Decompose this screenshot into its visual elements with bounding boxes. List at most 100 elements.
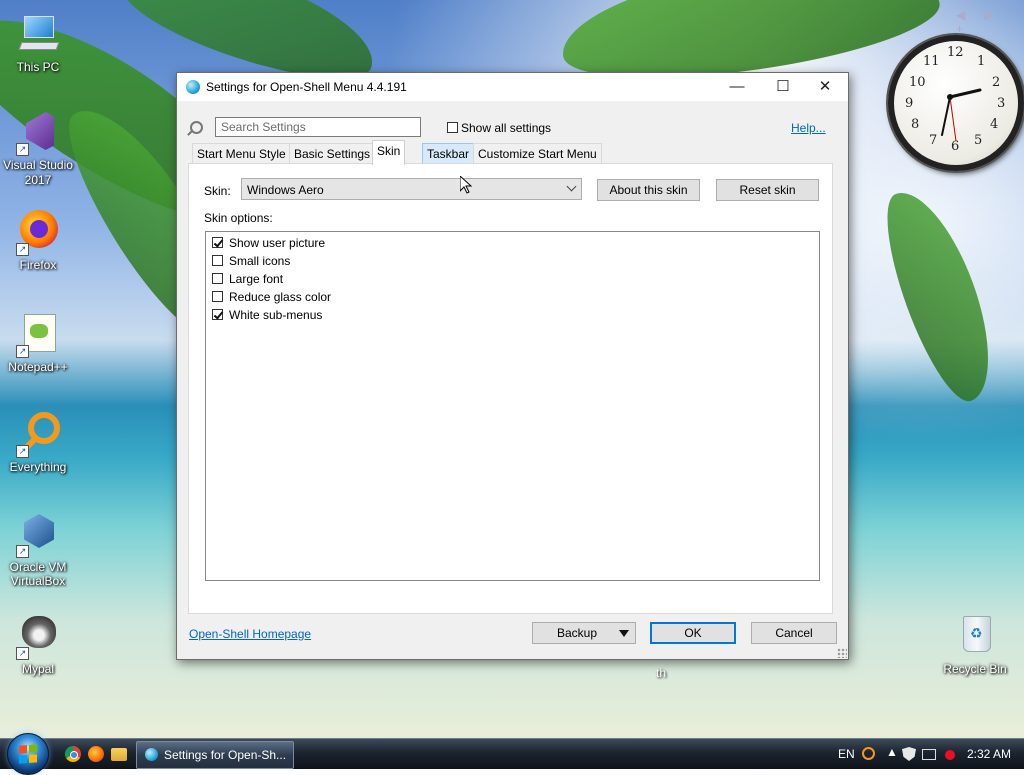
skin-dropdown[interactable]: Windows Aero	[241, 178, 582, 200]
mouse-cursor-icon	[460, 176, 472, 194]
reset-skin-button[interactable]: Reset skin	[716, 179, 819, 201]
computer-icon	[16, 12, 60, 56]
option-label: Small icons	[229, 253, 291, 268]
recycle-bin-icon: ♻	[953, 614, 997, 658]
desktop-icon-label: Visual Studio 2017	[3, 158, 73, 187]
checkbox-box[interactable]	[447, 122, 458, 134]
desktop-icon-label: This PC	[16, 60, 60, 74]
tab-skin[interactable]: Skin	[372, 140, 406, 165]
checkbox-unchecked[interactable]	[212, 273, 223, 285]
shortcut-arrow-icon: ↗	[16, 445, 29, 458]
start-button[interactable]	[7, 733, 49, 775]
skin-label: Skin:	[204, 184, 231, 198]
security-shield-icon[interactable]	[902, 747, 916, 761]
chevron-down-icon	[566, 181, 577, 192]
file-explorer-icon[interactable]	[111, 748, 127, 761]
settings-window: Settings for Open-Shell Menu 4.4.191 — ☐…	[176, 72, 849, 660]
language-indicator[interactable]: EN	[838, 739, 855, 769]
taskbar-clock[interactable]: 2:32 AM	[967, 739, 1011, 769]
desktop-icon-label: Notepad++	[8, 360, 68, 374]
desktop-stray-label: th	[656, 666, 667, 680]
skin-dropdown-value: Windows Aero	[247, 183, 324, 197]
desktop-icon-label: Recycle Bin	[943, 662, 1007, 676]
open-shell-homepage-link[interactable]: Open-Shell Homepage	[189, 627, 311, 641]
checkbox-checked[interactable]	[212, 237, 223, 249]
backup-button[interactable]: Backup	[532, 622, 636, 644]
palm-leaf	[869, 179, 1011, 411]
shortcut-arrow-icon: ↗	[16, 143, 29, 156]
desktop-icon-mypal[interactable]: ↗ Mypal	[0, 614, 76, 677]
virtualbox-icon: ↗	[16, 512, 60, 558]
option-label: Show user picture	[229, 235, 326, 250]
desktop-icon-this-pc[interactable]: This PC	[0, 12, 76, 75]
title-bar[interactable]: Settings for Open-Shell Menu 4.4.191 — ☐…	[177, 73, 848, 101]
option-large-font[interactable]: Large font	[212, 270, 283, 286]
chrome-icon[interactable]	[65, 746, 81, 762]
checkbox-unchecked[interactable]	[212, 255, 223, 267]
desktop-icon-label: Oracle VM VirtualBox	[9, 560, 67, 588]
desktop-icon-label: Mypal	[21, 662, 54, 676]
show-hidden-icons-icon[interactable]: ▲	[886, 745, 900, 759]
option-reduce-glass-color[interactable]: Reduce glass color	[212, 288, 331, 304]
clock-hands	[941, 88, 982, 142]
option-white-sub-menus[interactable]: White sub-menus	[212, 306, 322, 322]
taskbar: Settings for Open-Sh... EN ▲ 2:32 AM	[0, 733, 1024, 775]
firefox-icon[interactable]	[88, 746, 104, 762]
option-label: White sub-menus	[229, 307, 323, 322]
skin-options-label: Skin options:	[204, 211, 273, 225]
network-disconnected-icon	[945, 750, 955, 760]
desktop-icon-everything[interactable]: ↗ Everything	[0, 412, 76, 475]
taskbar-item-label: Settings for Open-Sh...	[164, 748, 287, 762]
checkbox-checked[interactable]	[212, 309, 223, 321]
search-icon	[190, 121, 203, 134]
tab-customize-start-menu[interactable]: Customize Start Menu	[473, 143, 602, 164]
cancel-button[interactable]: Cancel	[751, 622, 837, 644]
maximize-button[interactable]: ☐	[760, 73, 806, 101]
resize-grip-icon[interactable]	[837, 648, 847, 658]
search-input[interactable]	[215, 117, 421, 137]
shortcut-arrow-icon: ↗	[16, 647, 29, 660]
option-show-user-picture[interactable]: Show user picture	[212, 234, 325, 250]
everything-search-icon: ↗	[16, 412, 60, 458]
option-label: Reduce glass color	[229, 289, 332, 304]
desktop-icon-label: Firefox	[19, 258, 57, 272]
show-all-settings-checkbox[interactable]: Show all settings	[447, 120, 551, 135]
firefox-icon: ↗	[16, 210, 60, 256]
desktop-icon-label: Everything	[9, 460, 67, 474]
taskbar-item-settings[interactable]: Settings for Open-Sh...	[136, 741, 294, 769]
about-skin-button[interactable]: About this skin	[597, 179, 700, 201]
tab-taskbar[interactable]: Taskbar	[422, 143, 475, 164]
window-title: Settings for Open-Shell Menu 4.4.191	[206, 80, 407, 94]
option-small-icons[interactable]: Small icons	[212, 252, 290, 268]
checkbox-unchecked[interactable]	[212, 291, 223, 303]
tab-basic-settings[interactable]: Basic Settings	[289, 143, 376, 164]
skin-tab-panel: Skin: Windows Aero About this skin Reset…	[188, 163, 833, 614]
minimize-button[interactable]: —	[714, 73, 760, 101]
close-button[interactable]: ✕	[802, 73, 848, 101]
network-icon[interactable]	[922, 749, 936, 760]
desktop-icon-virtualbox[interactable]: ↗ Oracle VM VirtualBox	[0, 512, 76, 588]
skin-options-list: Show user picture Small icons Large font…	[205, 231, 820, 581]
option-label: Large font	[229, 271, 284, 286]
desktop-icon-notepadpp[interactable]: ↗ Notepad++	[0, 312, 76, 375]
backup-label: Backup	[557, 626, 598, 640]
visual-studio-icon: ↗	[16, 110, 60, 156]
dropdown-arrow-icon[interactable]	[619, 630, 629, 637]
help-link[interactable]: Help...	[791, 121, 826, 135]
open-shell-icon	[186, 80, 200, 94]
shortcut-arrow-icon: ↗	[16, 243, 29, 256]
ok-button[interactable]: OK	[650, 622, 736, 644]
windows-logo-icon	[19, 744, 37, 764]
clock-gadget[interactable]: 12 1 2 3 4 5 6 7 8 9 10 11	[888, 35, 1024, 171]
shortcut-arrow-icon: ↗	[16, 545, 29, 558]
notepadpp-icon: ↗	[16, 312, 60, 358]
everything-search-icon[interactable]	[862, 747, 875, 760]
open-shell-icon	[145, 748, 158, 761]
desktop-icon-visual-studio[interactable]: ↗ Visual Studio 2017	[0, 110, 76, 188]
desktop-icon-firefox[interactable]: ↗ Firefox	[0, 210, 76, 273]
desktop-icon-recycle-bin[interactable]: ♻ Recycle Bin	[937, 614, 1013, 677]
tab-start-menu-style[interactable]: Start Menu Style	[192, 143, 291, 164]
shortcut-arrow-icon: ↗	[16, 345, 29, 358]
mypal-icon: ↗	[16, 614, 60, 660]
gadget-nav[interactable]: ◀ ▶ +	[956, 8, 1024, 36]
